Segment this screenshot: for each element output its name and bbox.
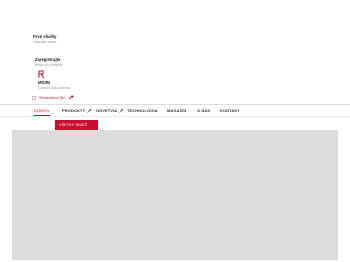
nav-label: PRODUKTY <box>62 108 86 113</box>
nav-item-o-nas[interactable]: O NÁS <box>197 105 210 116</box>
nav-label: MAGAZÍN <box>167 108 187 113</box>
nav-label: TECHNOLÓGIA <box>127 108 158 113</box>
language-checkbox[interactable] <box>32 95 36 100</box>
brand-block: MIORI Dobrou čast stránok <box>38 80 70 91</box>
account-block: Prvé stiahly Nahrajte súbor <box>33 34 57 45</box>
login-subtitle[interactable]: alebo sa prihláste <box>35 63 63 68</box>
nav-item-domov[interactable]: DOMOV <box>34 105 50 116</box>
external-link-icon <box>87 108 92 113</box>
arrow-icon <box>68 95 74 100</box>
language-selector[interactable]: Slovenčina SK <box>32 95 74 100</box>
brand-tagline: Dobrou čast stránok <box>38 86 71 90</box>
content-placeholder <box>12 130 338 260</box>
nav-label: KONTAKT <box>220 108 240 113</box>
nav-item-odvetvia[interactable]: ODVETVIA <box>96 105 124 116</box>
nav-label: DOMOV <box>34 108 50 113</box>
account-subtitle[interactable]: Nahrajte súbor <box>33 40 57 45</box>
nav-item-kontakt[interactable]: KONTAKT <box>220 105 240 116</box>
login-block: Zaregistrujte alebo sa prihláste <box>35 57 63 68</box>
nav-item-produkty[interactable]: PRODUKTY <box>62 105 92 116</box>
main-nav: DOMOV PRODUKTY ODVETVIA TECHNOLÓGIA MAGA… <box>0 104 350 117</box>
nav-item-technologia[interactable]: TECHNOLÓGIA <box>127 105 158 116</box>
language-label[interactable]: Slovenčina SK <box>39 95 65 100</box>
nav-label: O NÁS <box>197 108 211 113</box>
brand-logo-icon[interactable] <box>38 70 46 79</box>
nav-label: ODVETVIA <box>96 108 118 113</box>
view-all-button[interactable]: VŠETKY SNIEŽ <box>55 120 98 130</box>
nav-item-magazin[interactable]: MAGAZÍN <box>167 105 186 116</box>
external-link-icon <box>119 108 124 113</box>
